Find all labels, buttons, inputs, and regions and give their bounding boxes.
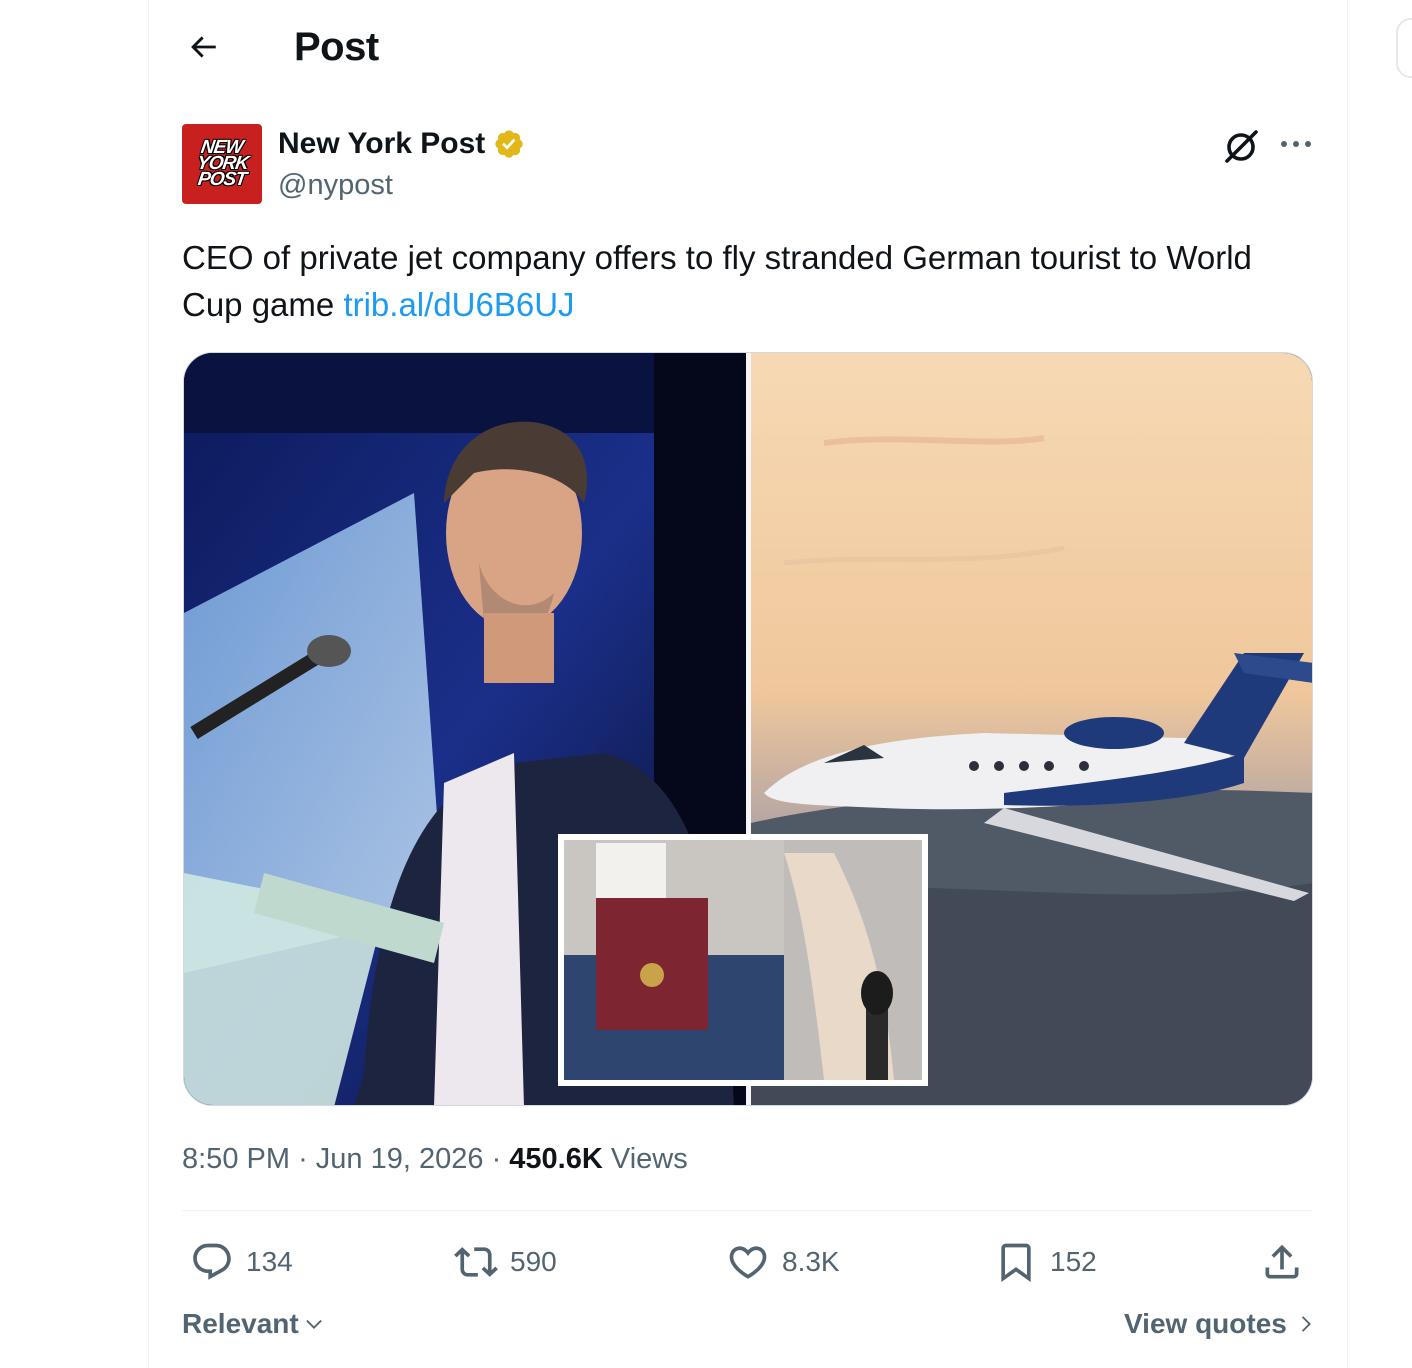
author-name[interactable]: New York Post: [278, 126, 485, 162]
bookmark-button[interactable]: 152: [994, 1234, 1097, 1290]
avatar-logo-line: POST: [196, 169, 248, 190]
repost-button[interactable]: 590: [454, 1234, 557, 1290]
page-title: Post: [294, 25, 379, 69]
tweet-media[interactable]: [183, 352, 1313, 1106]
tweet-meta: 8:50 PM · Jun 19, 2026 · 450.6K Views: [182, 1138, 688, 1180]
more-horizontal-icon: [1281, 141, 1311, 147]
grok-button[interactable]: [1220, 124, 1264, 168]
bookmark-count: 152: [1050, 1246, 1097, 1277]
tweet-date[interactable]: Jun 19, 2026: [316, 1143, 484, 1175]
author-handle[interactable]: @nypost: [278, 168, 393, 202]
meta-separator: ·: [491, 1143, 502, 1175]
chevron-right-icon: [1301, 1316, 1311, 1332]
views-count: 450.6K: [509, 1143, 603, 1175]
reply-button[interactable]: 134: [190, 1234, 293, 1290]
arrow-left-icon: [191, 36, 216, 58]
chevron-down-icon: [305, 1319, 322, 1329]
action-bar: 134 590 8.3K 152: [182, 1234, 1312, 1290]
avatar[interactable]: NEW YORK POST: [182, 124, 262, 204]
reply-count: 134: [246, 1246, 293, 1277]
view-quotes-label: View quotes: [1124, 1308, 1287, 1339]
tweet-text: CEO of private jet company offers to fly…: [182, 234, 1292, 328]
views-label: Views: [610, 1143, 688, 1175]
like-button[interactable]: 8.3K: [726, 1234, 840, 1290]
sidebar-edge: [1396, 18, 1412, 78]
heart-icon: [729, 1246, 767, 1279]
share-icon: [1265, 1244, 1299, 1279]
sort-replies-dropdown[interactable]: Relevant: [182, 1304, 325, 1344]
author-name-row[interactable]: New York Post: [278, 126, 525, 162]
divider: [182, 1210, 1312, 1211]
more-options-button[interactable]: [1274, 124, 1318, 164]
back-button[interactable]: [176, 22, 230, 72]
verified-badge-icon: [495, 130, 523, 158]
tweet-link[interactable]: trib.al/dU6B6UJ: [343, 286, 574, 323]
view-quotes-link[interactable]: View quotes: [1124, 1304, 1317, 1344]
meta-separator: ·: [298, 1143, 308, 1175]
repost-icon: [454, 1247, 498, 1277]
like-count: 8.3K: [782, 1246, 840, 1277]
bookmark-icon: [1001, 1243, 1031, 1283]
media-composite: [184, 353, 1312, 1105]
passport-inset-photo: [558, 834, 928, 1086]
sort-label: Relevant: [182, 1308, 299, 1339]
share-button[interactable]: [1260, 1234, 1304, 1290]
grok-icon: [1225, 130, 1258, 163]
reply-icon: [193, 1243, 231, 1280]
repost-count: 590: [510, 1246, 557, 1277]
tweet-time[interactable]: 8:50 PM: [182, 1143, 290, 1175]
